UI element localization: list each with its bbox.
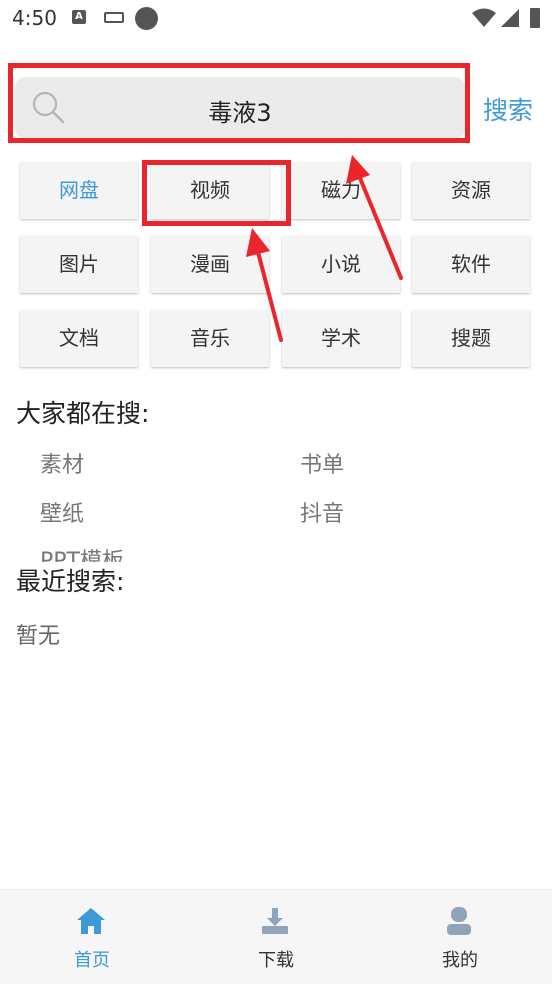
category-academic[interactable]: 学术 — [282, 310, 400, 367]
profile-icon — [447, 907, 471, 935]
category-comic[interactable]: 漫画 — [151, 236, 269, 293]
battery-icon — [530, 8, 540, 28]
category-magnet[interactable]: 磁力 — [282, 162, 400, 219]
search-highlight-box — [8, 63, 470, 143]
status-time: 4:50 — [12, 6, 57, 30]
notification-a-icon: A — [72, 10, 86, 24]
home-icon — [77, 908, 105, 934]
nav-profile[interactable]: 我的 — [400, 890, 520, 984]
hot-search-item[interactable]: 书单 — [300, 447, 344, 479]
video-highlight-box — [142, 160, 291, 226]
category-novel[interactable]: 小说 — [282, 236, 400, 293]
notification-dot-icon — [135, 7, 158, 30]
keyboard-icon — [104, 12, 124, 23]
hot-search-item[interactable]: 壁纸 — [40, 496, 84, 528]
nav-home[interactable]: 首页 — [32, 890, 152, 984]
nav-profile-label: 我的 — [442, 950, 478, 971]
category-software[interactable]: 软件 — [412, 236, 530, 293]
hot-search-title: 大家都在搜: — [16, 399, 150, 428]
category-document[interactable]: 文档 — [20, 310, 138, 367]
download-icon — [262, 908, 288, 934]
status-bar: 4:50 A — [0, 0, 552, 38]
bottom-nav: 首页 下载 我的 — [0, 889, 552, 984]
recent-search-title: 最近搜索: — [16, 562, 125, 598]
nav-download-label: 下载 — [258, 950, 294, 971]
nav-download[interactable]: 下载 — [216, 890, 336, 984]
category-netdisk[interactable]: 网盘 — [20, 162, 138, 219]
signal-icon — [501, 9, 519, 27]
wifi-icon — [472, 8, 496, 27]
search-button[interactable]: 搜索 — [483, 91, 533, 127]
hot-search-item[interactable]: 抖音 — [300, 496, 344, 528]
category-resource[interactable]: 资源 — [412, 162, 530, 219]
nav-home-label: 首页 — [74, 950, 110, 971]
annotation-arrows — [246, 155, 403, 342]
category-music[interactable]: 音乐 — [151, 310, 269, 367]
recent-empty-text: 暂无 — [16, 624, 61, 649]
hot-search-item[interactable]: 素材 — [40, 447, 84, 479]
category-image[interactable]: 图片 — [20, 236, 138, 293]
category-question[interactable]: 搜题 — [412, 310, 530, 367]
